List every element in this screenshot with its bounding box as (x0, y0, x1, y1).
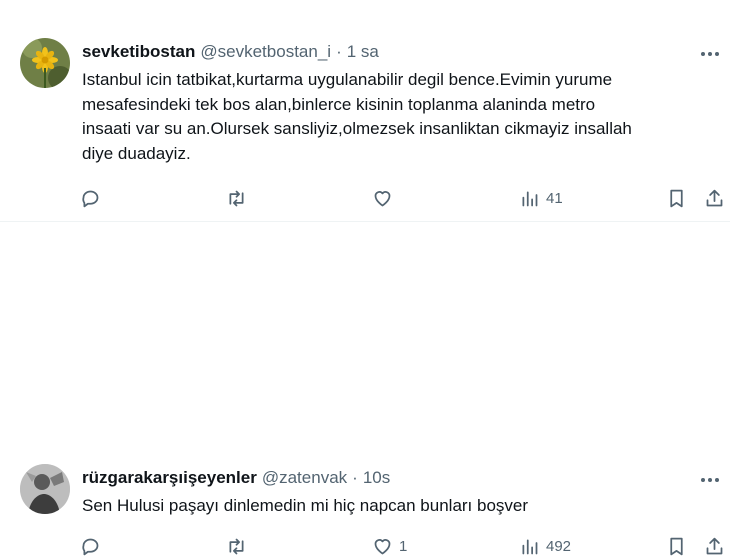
tweet-text: Istanbul icin tatbikat,kurtarma uygulana… (82, 68, 722, 166)
reply-button[interactable] (80, 536, 101, 557)
tweet-text-line: diye duadayiz. (82, 143, 191, 163)
share-button[interactable] (704, 188, 725, 209)
bookmark-button[interactable] (666, 188, 687, 209)
like-button[interactable] (372, 188, 399, 209)
avatar[interactable] (20, 38, 70, 88)
avatar-photo-image (20, 464, 70, 514)
handle[interactable]: @zatenvak (262, 468, 347, 488)
separator: · (336, 42, 342, 61)
like-button[interactable]: 1 (372, 536, 407, 557)
tweet-2[interactable]: rüzgarakarşıişeyenler @zatenvak · 10s Se… (0, 222, 730, 556)
reply-icon (82, 190, 99, 208)
view-count: 492 (546, 538, 572, 555)
retweet-button[interactable] (226, 536, 247, 557)
tweet-text: Sen Hulusi paşayı dinlemedin mi hiç napc… (82, 494, 722, 519)
display-name[interactable]: sevketibostan (82, 42, 195, 62)
views-button[interactable]: 41 (519, 188, 563, 209)
retweet-button[interactable] (226, 188, 247, 209)
views-icon (522, 191, 538, 207)
tweet-text-line: Istanbul icin tatbikat,kurtarma uygulana… (82, 70, 613, 89)
avatar[interactable] (20, 464, 70, 514)
avatar-flower-image (20, 38, 70, 88)
separator: · (352, 468, 358, 487)
retweet-icon (229, 190, 244, 207)
tweet-header: sevketibostan @sevketbostan_i · 1 sa (82, 42, 379, 62)
views-icon (522, 539, 538, 555)
handle[interactable]: @sevketbostan_i (200, 42, 331, 62)
more-icon[interactable] (698, 44, 722, 64)
retweet-icon (229, 538, 244, 555)
timestamp[interactable]: 10s (363, 468, 390, 488)
timestamp[interactable]: 1 sa (347, 42, 379, 62)
views-button[interactable]: 492 (519, 536, 571, 557)
like-icon (374, 539, 391, 555)
bookmark-icon (670, 189, 683, 208)
tweet-header: rüzgarakarşıişeyenler @zatenvak · 10s (82, 468, 390, 488)
tweet-text-line: insaati var su an.Olursek sansliyiz,olme… (82, 119, 632, 138)
bookmark-button[interactable] (666, 536, 687, 557)
display-name[interactable]: rüzgarakarşıişeyenler (82, 468, 257, 488)
tweet-text-line: mesafesindeki tek bos alan,binlerce kisi… (82, 94, 596, 114)
like-icon (374, 191, 391, 207)
reply-button[interactable] (80, 188, 101, 209)
tweet-1[interactable]: sevketibostan @sevketbostan_i · 1 sa Ist… (0, 0, 730, 222)
reply-icon (82, 538, 99, 556)
action-bar: 1 492 (0, 536, 730, 560)
tweet-text-line: Sen Hulusi paşayı dinlemedin mi hiç napc… (82, 496, 529, 515)
view-count: 41 (546, 190, 563, 207)
share-button[interactable] (704, 536, 725, 557)
share-icon (706, 189, 723, 207)
share-icon (706, 537, 723, 555)
more-icon[interactable] (698, 470, 722, 490)
action-bar: 41 (0, 188, 730, 212)
bookmark-icon (670, 537, 683, 556)
like-count: 1 (399, 538, 408, 555)
